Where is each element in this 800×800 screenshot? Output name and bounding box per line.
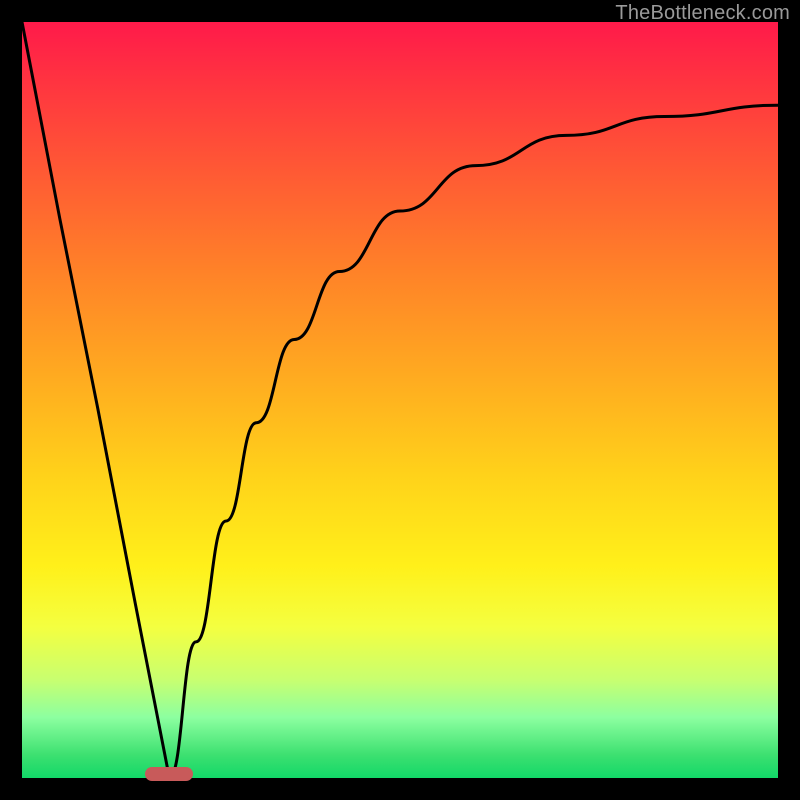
curve-layer bbox=[22, 22, 778, 778]
chart-frame: TheBottleneck.com bbox=[0, 0, 800, 800]
minimum-marker bbox=[145, 767, 193, 781]
right-branch-line bbox=[169, 105, 778, 778]
left-branch-line bbox=[22, 22, 169, 778]
watermark-text: TheBottleneck.com bbox=[615, 2, 790, 25]
